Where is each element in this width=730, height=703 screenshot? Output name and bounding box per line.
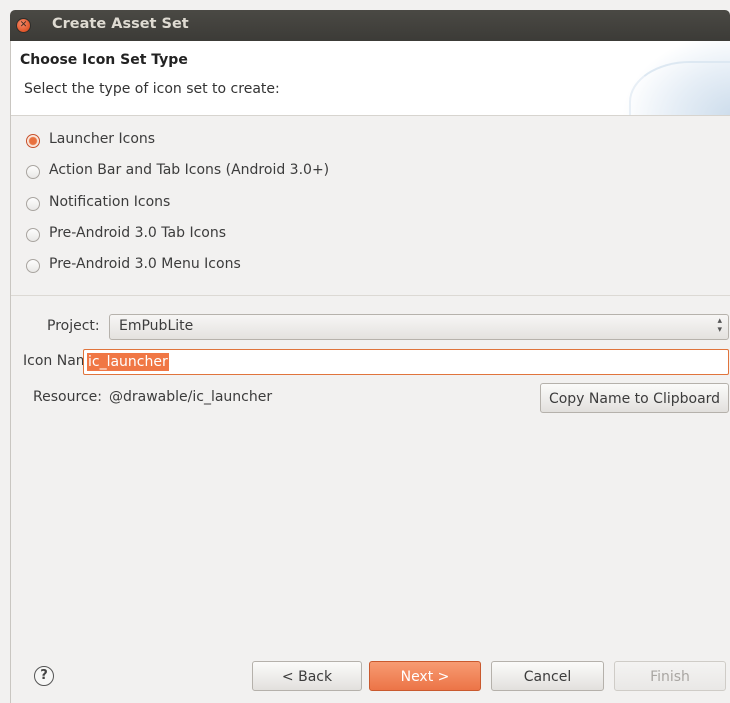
radio-label[interactable]: Pre-Android 3.0 Tab Icons <box>49 225 226 241</box>
radio-button[interactable] <box>26 197 40 211</box>
icon-name-input[interactable]: ic_launcher <box>83 349 729 375</box>
cancel-button[interactable]: Cancel <box>491 661 604 691</box>
radio-button[interactable] <box>26 259 40 273</box>
window-title: Create Asset Set <box>52 16 189 32</box>
title-bar: ✕ Create Asset Set <box>10 10 730 41</box>
spinner-arrows-icon: ▴ ▾ <box>717 316 722 335</box>
radio-button-checked[interactable] <box>26 134 40 148</box>
radio-label[interactable]: Pre-Android 3.0 Menu Icons <box>49 256 241 272</box>
resource-label: Resource: <box>33 389 102 405</box>
next-button[interactable]: Next > <box>369 661 481 691</box>
radio-label[interactable]: Launcher Icons <box>49 131 155 147</box>
back-button[interactable]: < Back <box>252 661 362 691</box>
page-title: Choose Icon Set Type <box>20 52 188 68</box>
icon-name-value[interactable]: ic_launcher <box>87 353 169 371</box>
radio-button[interactable] <box>26 228 40 242</box>
wizard-header: Choose Icon Set Type Select the type of … <box>11 41 730 116</box>
project-label: Project: <box>47 318 100 334</box>
radio-label[interactable]: Notification Icons <box>49 194 170 210</box>
radio-label[interactable]: Action Bar and Tab Icons (Android 3.0+) <box>49 162 329 178</box>
copy-name-button[interactable]: Copy Name to Clipboard <box>540 383 729 413</box>
close-icon[interactable]: ✕ <box>16 18 31 33</box>
page-description: Select the type of icon set to create: <box>24 81 280 97</box>
project-select[interactable]: EmPubLite ▴ ▾ <box>109 314 729 340</box>
help-icon[interactable]: ? <box>34 666 54 686</box>
project-select-value: EmPubLite <box>119 318 194 334</box>
resource-value: @drawable/ic_launcher <box>109 389 273 405</box>
separator <box>11 295 730 296</box>
dialog-body: Choose Icon Set Type Select the type of … <box>10 41 730 703</box>
finish-button: Finish <box>614 661 726 691</box>
radio-button[interactable] <box>26 165 40 179</box>
